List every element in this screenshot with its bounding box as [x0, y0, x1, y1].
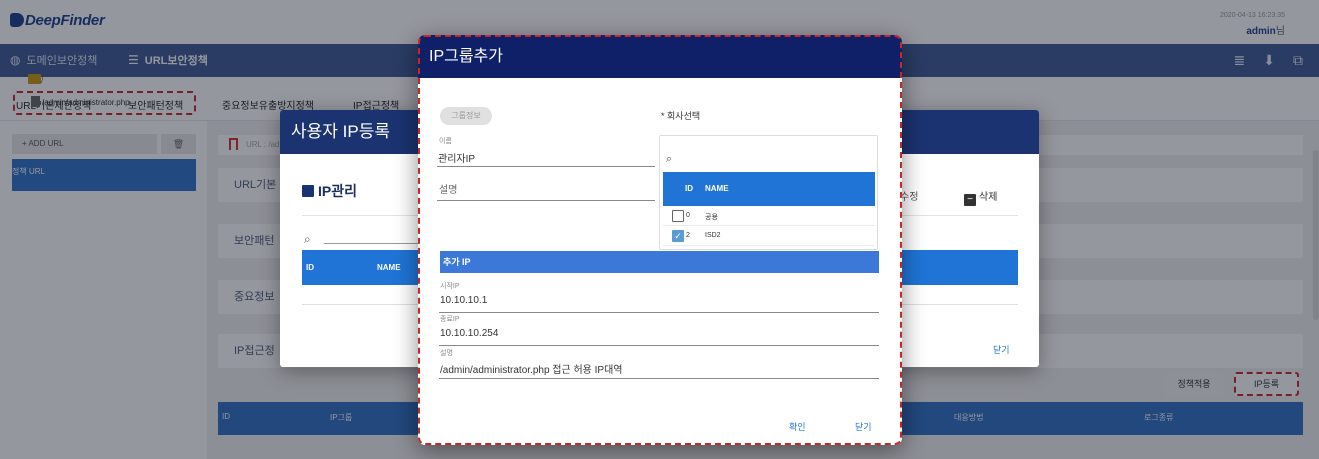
search-icon[interactable]: ⌕: [666, 153, 672, 166]
company-select-label: * 회사선택: [661, 111, 701, 121]
col-id[interactable]: ID: [306, 263, 314, 272]
col-id[interactable]: ID: [685, 184, 693, 193]
company-name: 공용: [705, 214, 718, 221]
delete-button[interactable]: − 삭제: [964, 188, 997, 206]
end-ip-field[interactable]: 10.10.10.254: [440, 328, 498, 339]
ip-desc-underline: [439, 378, 879, 379]
add-ip-header: 추가 IP: [440, 251, 879, 273]
col-name[interactable]: NAME: [705, 184, 729, 193]
col-name[interactable]: NAME: [377, 263, 401, 272]
ip-desc-label: 설명: [440, 350, 453, 357]
end-ip-label: 종료IP: [440, 316, 460, 323]
close-button[interactable]: 닫기: [855, 420, 872, 433]
company-id: 2: [686, 232, 690, 239]
group-info-chip[interactable]: 그룹정보: [440, 107, 492, 125]
company-name: ISD2: [705, 232, 721, 239]
checkbox[interactable]: [672, 210, 684, 222]
modal-title: IP그룹추가: [418, 35, 902, 78]
checkbox-checked[interactable]: ✓: [672, 230, 684, 242]
ip-manage-title: IP관리: [302, 181, 357, 201]
ip-desc-field[interactable]: /admin/administrator.php 접근 허용 IP대역: [440, 361, 623, 376]
company-row[interactable]: ✓ 2 ISD2: [663, 226, 875, 246]
company-row[interactable]: 0 공용: [663, 206, 875, 226]
name-field-underline: [437, 166, 655, 167]
name-field[interactable]: 관리자IP: [438, 150, 475, 165]
search-icon[interactable]: ⌕: [304, 232, 311, 247]
search-input[interactable]: [324, 243, 419, 244]
name-label: 이름: [439, 138, 452, 145]
start-ip-underline: [439, 312, 879, 313]
confirm-button[interactable]: 확인: [789, 420, 806, 433]
start-ip-field[interactable]: 10.10.10.1: [440, 295, 487, 306]
company-id: 0: [686, 212, 690, 219]
company-select-box: ⌕ ID NAME 0 공용 ✓ 2 ISD2: [659, 135, 878, 250]
start-ip-label: 시작IP: [440, 283, 460, 290]
list-box-icon: [302, 185, 314, 197]
end-ip-underline: [439, 345, 879, 346]
description-field[interactable]: 설명: [439, 181, 457, 196]
edit-button[interactable]: 수정: [900, 188, 918, 203]
company-table-header: ID NAME: [663, 172, 875, 206]
description-field-underline: [437, 200, 655, 201]
ip-group-add-modal: IP그룹추가 그룹정보 * 회사선택 이름 관리자IP 설명 ⌕ ID NAME…: [418, 35, 902, 445]
minus-box-icon: −: [964, 194, 976, 206]
close-button[interactable]: 닫기: [993, 343, 1010, 356]
